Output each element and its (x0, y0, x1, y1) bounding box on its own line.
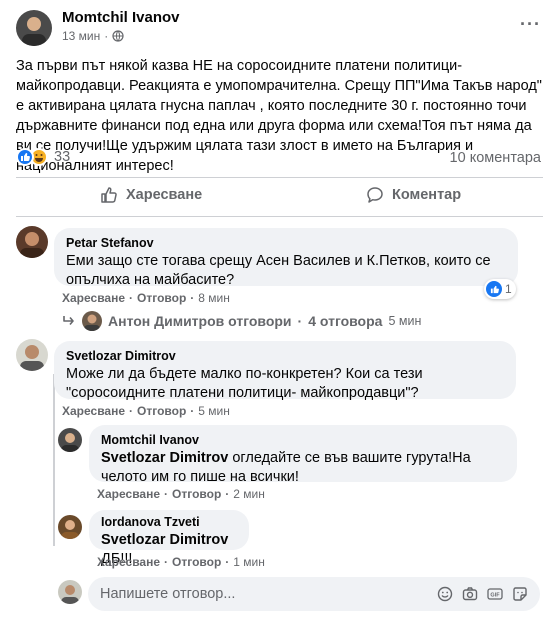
replies-time: 5 мин (388, 314, 422, 328)
divider-bottom (16, 216, 543, 217)
more-icon[interactable]: ··· (520, 14, 541, 35)
input-tools: GIF (437, 586, 528, 602)
reply-like-button[interactable]: Харесване (97, 487, 160, 501)
mention-link[interactable]: Svetlozar Dimitrov (101, 450, 228, 466)
like-icon (486, 281, 502, 297)
reply-actions: Харесване · Отговор · 1 мин (97, 555, 265, 569)
replies-arrow-icon (63, 316, 74, 326)
emoji-icon[interactable] (437, 586, 453, 602)
replier-name[interactable]: Momtchil Ivanov (101, 433, 505, 447)
replier-name[interactable]: Iordanova Tzveti (101, 515, 237, 529)
reply-like-button[interactable]: Харесване (97, 555, 160, 569)
separator: · (297, 313, 303, 329)
comment-actions: Харесване · Отговор · 8 мин (62, 291, 230, 305)
svg-text:GIF: GIF (490, 593, 500, 599)
thumbs-up-icon (101, 187, 117, 203)
comment-text: Може ли да бъдете малко по-конкретен? Ко… (66, 366, 423, 401)
reply-input-box: GIF (88, 577, 540, 611)
reply-reply-button[interactable]: Отговор (172, 555, 221, 569)
comments-count[interactable]: 10 коментара (450, 150, 541, 166)
reply-input[interactable] (100, 586, 437, 602)
author-avatar[interactable] (16, 10, 52, 46)
comment-reactions-count: 1 (505, 282, 512, 296)
comment-reply-button[interactable]: Отговор (137, 291, 186, 305)
like-button[interactable]: Харесване (100, 186, 202, 204)
reply-actions: Харесване · Отговор · 2 мин (97, 487, 265, 501)
post-reactions[interactable]: 33 (16, 148, 70, 166)
separator: · (190, 291, 195, 305)
commenter-avatar[interactable] (16, 226, 48, 258)
post-author[interactable]: Momtchil Ivanov (62, 9, 180, 26)
separator: · (129, 291, 134, 305)
separator: · (190, 404, 195, 418)
current-user-avatar (58, 580, 82, 604)
reply-time[interactable]: 1 мин (233, 555, 265, 569)
comment-reply-button[interactable]: Отговор (137, 404, 186, 418)
reply-text: Svetlozar Dimitrov огледайте се във ваши… (101, 450, 471, 485)
like-label: Харесване (126, 187, 203, 203)
reply-time[interactable]: 2 мин (233, 487, 265, 501)
replier-avatar[interactable] (58, 515, 82, 539)
reply-bubble: Iordanova Tzveti Svetlozar Dimitrov ДБ!!… (89, 510, 249, 567)
mention-link[interactable]: Svetlozar Dimitrov (101, 532, 228, 548)
replies-author: Антон Димитров отговори (108, 313, 292, 329)
commenter-avatar[interactable] (16, 339, 48, 371)
comment-time[interactable]: 8 мин (198, 291, 230, 305)
sticker-icon[interactable] (512, 586, 528, 602)
like-icon (16, 148, 34, 166)
post-meta: 13 мин · (62, 29, 124, 43)
reply-bubble: Momtchil Ivanov Svetlozar Dimitrov оглед… (89, 425, 517, 485)
comment-bubble: Petar Stefanov Еми защо сте тогава срещу… (54, 228, 518, 288)
globe-icon (112, 30, 124, 42)
replier-avatar (82, 311, 102, 331)
separator: · (225, 555, 230, 569)
reactions-count: 33 (54, 149, 71, 165)
comment-button[interactable]: Коментар (366, 186, 461, 204)
comment-like-button[interactable]: Харесване (62, 404, 125, 418)
replies-count: 4 отговора (308, 313, 383, 329)
divider-top (16, 177, 543, 178)
comment-bubble: Svetlozar Dimitrov Може ли да бъдете мал… (54, 341, 516, 401)
comment-text: Еми защо сте тогава срещу Асен Василев и… (66, 253, 491, 288)
comment-like-button[interactable]: Харесване (62, 291, 125, 305)
separator: · (164, 487, 169, 501)
view-replies-button[interactable]: Антон Димитров отговори · 4 отговора 5 м… (62, 311, 421, 331)
replier-avatar[interactable] (58, 428, 82, 452)
comment-icon (367, 187, 383, 203)
post-time[interactable]: 13 мин (62, 29, 100, 43)
gif-icon[interactable]: GIF (487, 586, 503, 602)
separator: · (225, 487, 230, 501)
comment-reactions[interactable]: 1 (484, 279, 516, 299)
separator: · (104, 29, 109, 43)
camera-icon[interactable] (462, 586, 478, 602)
comment-time[interactable]: 5 мин (198, 404, 230, 418)
thread-line (53, 374, 55, 546)
commenter-name[interactable]: Petar Stefanov (66, 236, 506, 250)
reply-reply-button[interactable]: Отговор (172, 487, 221, 501)
comment-actions: Харесване · Отговор · 5 мин (62, 404, 230, 418)
comment-label: Коментар (392, 187, 462, 203)
separator: · (164, 555, 169, 569)
separator: · (129, 404, 134, 418)
commenter-name[interactable]: Svetlozar Dimitrov (66, 349, 504, 363)
